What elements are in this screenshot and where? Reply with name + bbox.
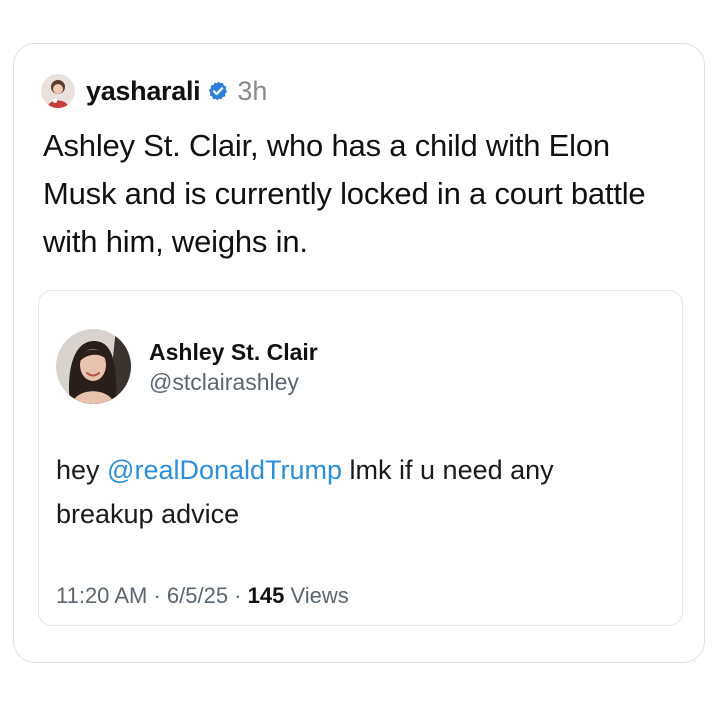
tweet-avatar[interactable]: [56, 329, 131, 404]
avatar-image: [41, 74, 75, 108]
tweet-time[interactable]: 11:20 AM: [56, 583, 147, 608]
tweet-date[interactable]: 6/5/25: [167, 583, 228, 608]
post-time: 3h: [237, 75, 268, 106]
verified-badge-icon: [207, 80, 229, 102]
avatar[interactable]: [41, 74, 75, 108]
tweet-text-before: hey: [56, 455, 108, 485]
instagram-post-card: yasharali 3h Ashley St. Clair, who has a…: [13, 43, 705, 663]
views-label: Views: [284, 583, 349, 608]
tweet-metadata: 11:20 AM · 6/5/25 · 145 Views: [56, 583, 349, 609]
mention-link[interactable]: @realDonaldTrump: [107, 455, 342, 485]
tweet-author-handle[interactable]: @stclairashley: [149, 369, 299, 396]
tweet-avatar-image: [56, 329, 131, 404]
post-caption: Ashley St. Clair, who has a child with E…: [43, 128, 646, 259]
views-count: 145: [247, 583, 285, 608]
meta-separator: ·: [147, 583, 167, 608]
tweet-text: hey @realDonaldTrump lmk if u need any b…: [56, 448, 656, 536]
username[interactable]: yasharali: [86, 76, 201, 107]
embedded-tweet[interactable]: Ashley St. Clair @stclairashley hey @rea…: [38, 290, 683, 626]
meta-separator: ·: [228, 583, 248, 608]
post-header: yasharali 3h: [41, 74, 267, 108]
tweet-author-name[interactable]: Ashley St. Clair: [149, 339, 318, 366]
